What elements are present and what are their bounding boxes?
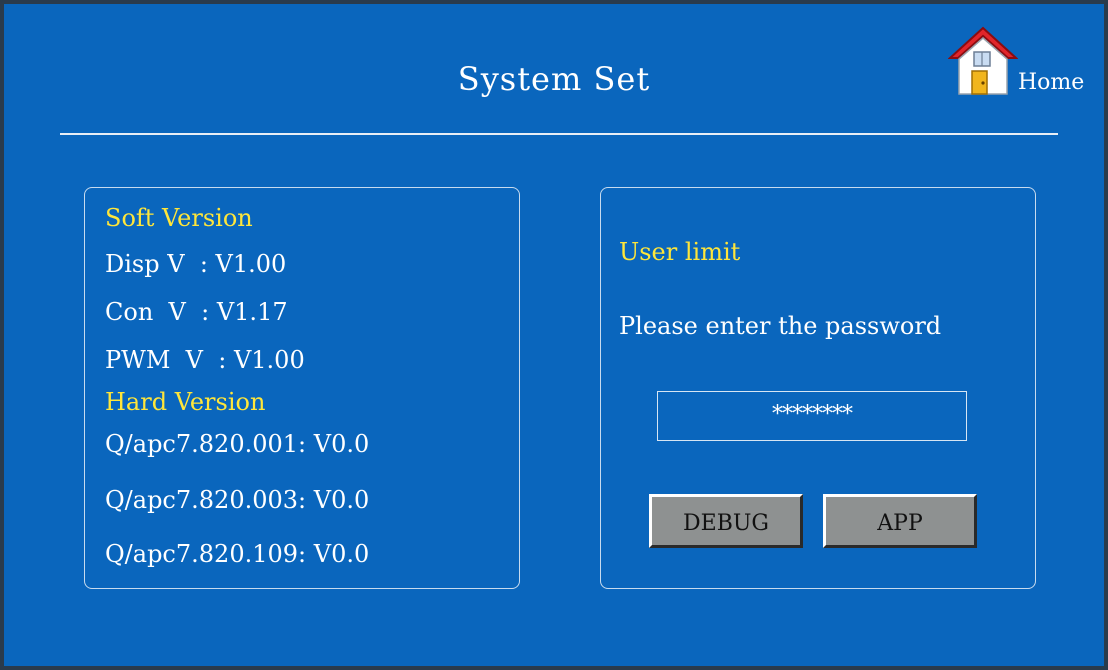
user-limit-heading: User limit [619, 238, 741, 266]
home-button[interactable]: Home [948, 18, 1098, 98]
page-title: System Set [457, 60, 651, 98]
password-prompt: Please enter the password [619, 312, 942, 340]
hard-version-heading: Hard Version [105, 388, 266, 416]
system-set-screen: System Set Home Soft Version Disp V : V1… [0, 0, 1108, 670]
user-limit-panel: User limit Please enter the password ***… [600, 187, 1036, 589]
debug-button[interactable]: DEBUG [649, 494, 803, 548]
version-panel: Soft Version Disp V : V1.00 Con V : V1.1… [84, 187, 520, 589]
password-field[interactable]: ******** [657, 391, 967, 441]
soft-version-heading: Soft Version [105, 204, 253, 232]
version-line: PWM V : V1.00 [105, 346, 305, 374]
app-button[interactable]: APP [823, 494, 977, 548]
home-icon [948, 26, 1018, 95]
version-line: Con V : V1.17 [105, 298, 288, 326]
version-line: Q/apc7.820.109: V0.0 [105, 540, 370, 568]
version-line: Q/apc7.820.003: V0.0 [105, 486, 370, 514]
version-line: Q/apc7.820.001: V0.0 [105, 430, 370, 458]
home-label: Home [1018, 70, 1085, 95]
title-divider [60, 133, 1058, 135]
version-line: Disp V : V1.00 [105, 250, 287, 278]
